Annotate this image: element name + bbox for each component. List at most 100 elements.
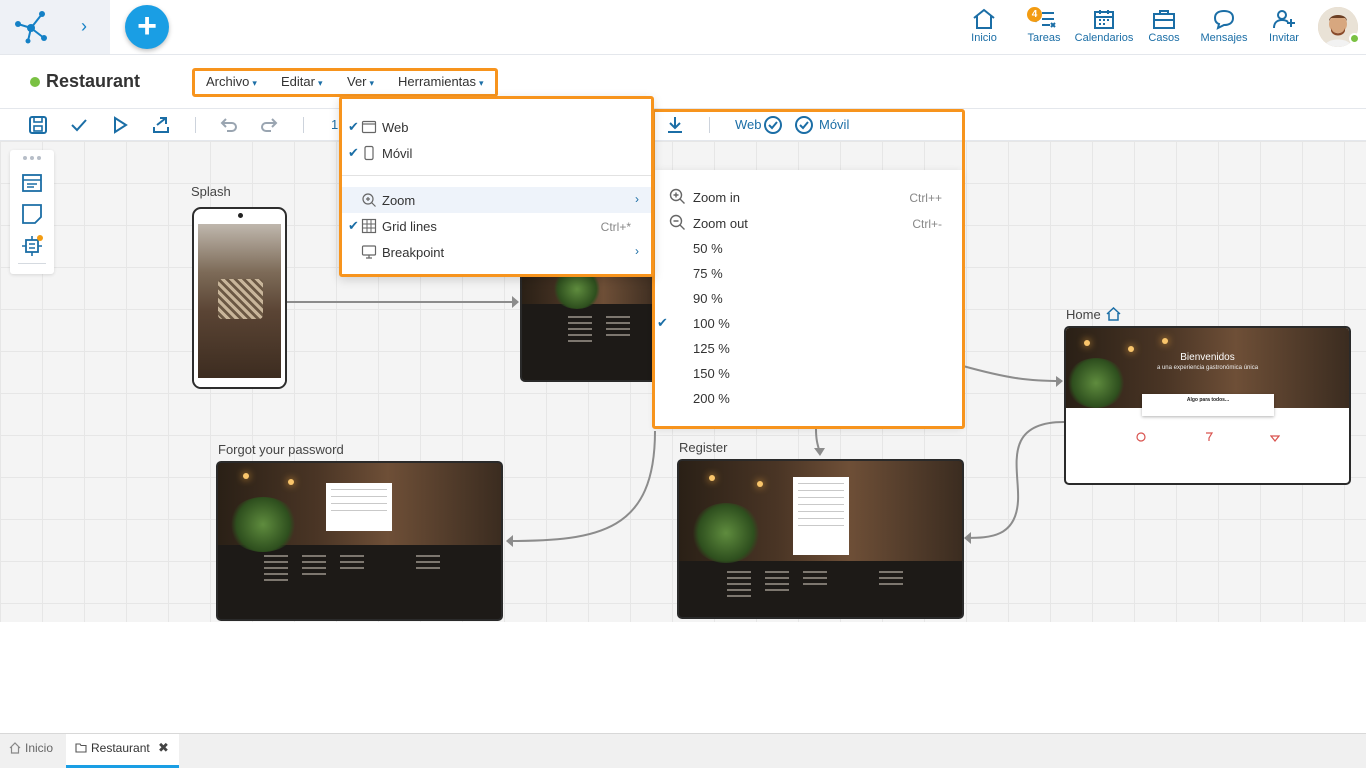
publish-icon[interactable] xyxy=(151,115,171,135)
ver-dropdown-menu: ✔ Web ✔ Móvil Zoom › ✔ Grid lines Ctrl+*… xyxy=(339,96,654,277)
menu-archivo[interactable]: Archivo ▾ xyxy=(206,74,257,89)
nav-invitar-label: Invitar xyxy=(1269,32,1299,44)
node-label-forgot: Forgot your password xyxy=(218,442,344,457)
nav-calendarios[interactable]: Calendarios xyxy=(1074,8,1134,48)
bottom-tab-bar: Inicio Restaurant ✖ xyxy=(0,733,1366,768)
footer-links xyxy=(606,316,630,340)
menu-item-movil-label: Móvil xyxy=(382,146,413,161)
add-button[interactable]: + xyxy=(125,5,169,49)
play-icon[interactable] xyxy=(110,115,130,135)
monitor-icon xyxy=(361,245,377,259)
nav-tareas[interactable]: 4 Tareas xyxy=(1014,7,1074,48)
calendar-icon xyxy=(1094,10,1114,29)
drag-handle-icon[interactable] xyxy=(22,155,42,161)
nav-mensajes-label: Mensajes xyxy=(1200,32,1248,44)
footer-links xyxy=(416,555,440,573)
splash-screen-node[interactable] xyxy=(192,207,287,389)
basket-graphic xyxy=(218,279,263,319)
home-screen-node[interactable]: Bienvenidos a una experiencia gastronómi… xyxy=(1064,326,1351,485)
nav-calendarios-label: Calendarios xyxy=(1074,32,1134,44)
menu-item-breakpoint[interactable]: Breakpoint › xyxy=(342,239,651,265)
undo-icon[interactable] xyxy=(219,115,239,135)
chat-icon xyxy=(1213,9,1235,30)
home-box-title: Algo para todos... xyxy=(1186,397,1230,403)
nav-casos[interactable]: Casos xyxy=(1134,8,1194,48)
nav-casos-label: Casos xyxy=(1148,32,1180,44)
element-palette xyxy=(10,150,54,274)
menu-herramientas-label: Herramientas xyxy=(398,74,477,89)
drink-icon xyxy=(1206,432,1214,441)
lamp-graphic xyxy=(1084,340,1090,346)
footer-links xyxy=(765,571,789,595)
chevron-right-icon: › xyxy=(635,244,639,258)
menu-item-zoom-label: Zoom xyxy=(382,193,416,208)
menu-editar[interactable]: Editar ▾ xyxy=(281,74,323,89)
phone-nav-bar xyxy=(194,378,285,387)
zoom-icon xyxy=(362,193,376,207)
register-screen-node[interactable] xyxy=(677,459,964,619)
checkmark-icon: ✔ xyxy=(348,119,359,134)
palette-divider xyxy=(18,263,46,264)
folder-icon xyxy=(75,743,87,753)
nav-inicio[interactable]: Inicio xyxy=(954,8,1014,48)
menu-item-movil[interactable]: ✔ Móvil xyxy=(342,140,651,166)
node-label-home: Home xyxy=(1066,307,1101,322)
menu-editar-label: Editar xyxy=(281,74,315,89)
plant-graphic xyxy=(228,497,298,552)
web-page-icon[interactable] xyxy=(20,171,44,195)
tab-restaurant[interactable]: Restaurant ✖ xyxy=(66,734,179,768)
login-screen-node[interactable] xyxy=(520,262,660,382)
mobile-icon xyxy=(364,145,374,161)
expand-chevron-icon[interactable]: › xyxy=(74,16,94,36)
home-icon xyxy=(9,742,21,754)
check-icon[interactable] xyxy=(69,115,89,135)
nav-invitar[interactable]: Invitar xyxy=(1254,8,1314,48)
note-icon[interactable] xyxy=(20,202,44,226)
tasks-badge: 4 xyxy=(1027,7,1042,22)
close-icon[interactable]: ✖ xyxy=(158,740,169,756)
menu-item-zoom[interactable]: Zoom › xyxy=(342,187,651,213)
dish-icon xyxy=(1136,432,1146,442)
grid-icon xyxy=(361,218,377,234)
nav-inicio-label: Inicio xyxy=(971,32,997,44)
lamp-graphic xyxy=(1162,338,1168,344)
home-hero-subtitle: a una experiencia gastronómica única xyxy=(1156,365,1259,371)
node-label-splash: Splash xyxy=(191,184,231,199)
footer-links xyxy=(302,555,326,579)
menu-herramientas[interactable]: Herramientas ▾ xyxy=(398,74,484,89)
process-icon[interactable] xyxy=(20,234,44,258)
forgot-password-screen-node[interactable] xyxy=(216,461,503,621)
nav-mensajes[interactable]: Mensajes xyxy=(1194,8,1254,48)
menu-ver[interactable]: Ver ▾ xyxy=(347,74,374,89)
app-logo-icon[interactable] xyxy=(14,10,50,44)
grid-lines-shortcut: Ctrl+* xyxy=(600,220,631,234)
checkmark-icon: ✔ xyxy=(348,218,359,233)
menu-item-grid-lines[interactable]: ✔ Grid lines Ctrl+* xyxy=(342,213,651,239)
chevron-down-icon: ▾ xyxy=(252,78,257,88)
tab-inicio[interactable]: Inicio xyxy=(0,734,64,768)
lamp-graphic xyxy=(757,481,763,487)
node-label-register: Register xyxy=(679,440,728,455)
toolbar-divider xyxy=(303,117,304,133)
redo-icon[interactable] xyxy=(259,115,279,135)
tab-inicio-label: Inicio xyxy=(25,741,54,755)
home-icon xyxy=(973,8,995,29)
chevron-down-icon: ▾ xyxy=(369,78,375,88)
menu-item-breakpoint-label: Breakpoint xyxy=(382,245,445,260)
chevron-down-icon: ▾ xyxy=(317,78,323,88)
plus-icon: + xyxy=(137,7,157,45)
footer-links xyxy=(879,571,903,589)
save-icon[interactable] xyxy=(28,115,48,135)
forgot-form xyxy=(326,483,392,531)
zoom-level-text[interactable]: 1 xyxy=(331,117,338,132)
forgot-hero xyxy=(218,463,501,552)
footer-links xyxy=(727,571,751,601)
menu-item-web-label: Web xyxy=(382,120,409,135)
home-hero-title: Bienvenidos xyxy=(1180,352,1235,363)
plant-graphic xyxy=(691,503,761,563)
web-movil-highlight xyxy=(652,109,965,429)
chevron-down-icon: ▾ xyxy=(479,78,484,88)
menu-item-web[interactable]: ✔ Web xyxy=(342,114,651,140)
splash-image xyxy=(198,224,281,384)
chevron-right-icon: › xyxy=(635,192,639,206)
